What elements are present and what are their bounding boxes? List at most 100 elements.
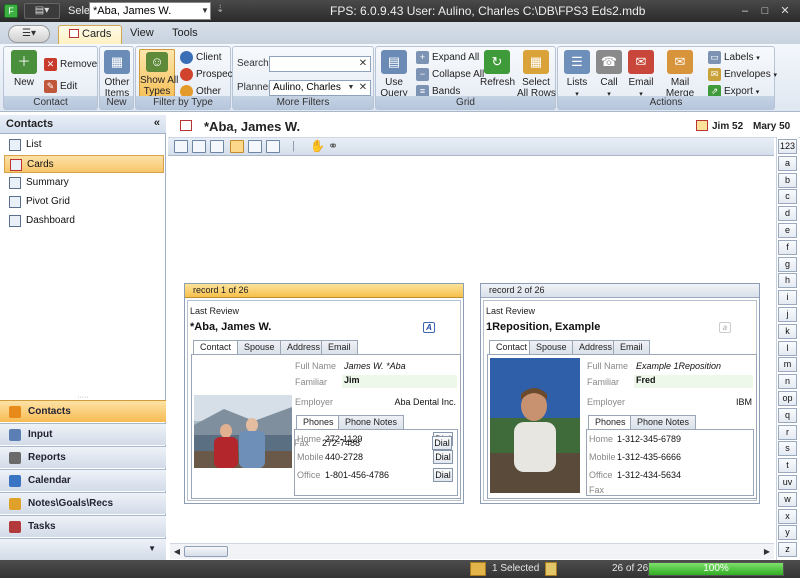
chevron-down-icon[interactable]: ▼ xyxy=(199,2,211,20)
alpha-index-m[interactable]: m xyxy=(778,357,797,373)
alpha-index-c[interactable]: c xyxy=(778,189,797,205)
show-all-types-button[interactable]: ☺ Show All Types xyxy=(139,49,178,97)
alpha-index-z[interactable]: z xyxy=(778,542,797,558)
clear-planner-icon[interactable]: ✕ xyxy=(357,81,369,95)
envelopes-button[interactable]: ✉ Envelopes ▾ xyxy=(708,67,777,83)
qat-overflow-icon[interactable]: ⇣ xyxy=(216,4,224,15)
alpha-index-b[interactable]: b xyxy=(778,172,797,188)
record-select-dropdown[interactable]: *Aba, James W. xyxy=(89,2,211,20)
alpha-index-y[interactable]: y xyxy=(778,525,797,541)
tab-phone-notes[interactable]: Phone Notes xyxy=(338,415,405,429)
tab-phones[interactable]: Phones xyxy=(296,415,341,430)
tab-email[interactable]: Email xyxy=(613,340,650,354)
scroll-thumb[interactable] xyxy=(184,546,228,557)
alpha-index-x[interactable]: x xyxy=(778,508,797,524)
tab-phones[interactable]: Phones xyxy=(588,415,633,430)
scroll-left-icon[interactable]: ◀ xyxy=(172,546,182,557)
refresh-button[interactable]: ↻ Refresh xyxy=(480,50,515,88)
flag-a-icon[interactable]: a xyxy=(719,322,731,333)
nav-overflow[interactable]: ▼ xyxy=(0,538,166,560)
sidebar-item-list[interactable]: List xyxy=(4,136,164,154)
dial-button[interactable]: Dial xyxy=(433,468,453,482)
view-stacked-icon[interactable] xyxy=(210,140,224,153)
filter-client-button[interactable]: Client xyxy=(180,50,222,66)
alpha-index-h[interactable]: h xyxy=(778,273,797,289)
minimize-button[interactable]: – xyxy=(736,3,754,19)
tab-view[interactable]: View xyxy=(120,25,164,44)
nav-contacts[interactable]: Contacts xyxy=(0,400,166,422)
new-contact-button[interactable]: ＋ New xyxy=(8,50,40,88)
tab-phone-notes[interactable]: Phone Notes xyxy=(630,415,697,429)
tab-spouse[interactable]: Spouse xyxy=(529,340,574,354)
remove-button[interactable]: ✕ Remove xyxy=(44,57,97,73)
select-all-rows-button[interactable]: ▦ Select All Rows xyxy=(517,50,556,99)
alpha-index-t[interactable]: t xyxy=(778,458,797,474)
contact-card[interactable]: record 2 of 26 Last Review 1Reposition, … xyxy=(480,283,760,504)
alpha-index-a[interactable]: a xyxy=(778,155,797,171)
expand-all-button[interactable]: + Expand All xyxy=(416,50,479,66)
clear-search-icon[interactable]: ✕ xyxy=(357,57,369,71)
nav-calendar[interactable]: Calendar xyxy=(0,469,166,491)
chevron-down-icon[interactable]: ▼ xyxy=(345,81,357,95)
alpha-index-i[interactable]: i xyxy=(778,290,797,306)
collapse-sidebar-icon[interactable]: « xyxy=(154,117,160,129)
tab-contact[interactable]: Contact xyxy=(489,340,535,355)
hand-tool-icon[interactable]: ✋ xyxy=(310,139,325,153)
tab-tools[interactable]: Tools xyxy=(162,25,208,44)
other-items-button[interactable]: ▦ Other Items xyxy=(102,50,132,99)
use-query-button[interactable]: ▤ Use Query xyxy=(378,50,410,99)
link-icon[interactable]: ⚭ xyxy=(328,139,338,153)
quick-access-button[interactable]: ▤▾ xyxy=(24,3,60,19)
maximize-button[interactable]: □ xyxy=(756,3,774,19)
view-custom-icon[interactable] xyxy=(266,140,280,153)
alpha-index-123[interactable]: 123 xyxy=(778,139,797,154)
tab-email[interactable]: Email xyxy=(321,340,358,354)
nav-tasks[interactable]: Tasks xyxy=(0,515,166,537)
dial-button[interactable]: Dial xyxy=(432,436,452,450)
sidebar-item-cards[interactable]: Cards xyxy=(4,155,164,173)
lists-button[interactable]: ☰ Lists ▾ xyxy=(562,50,592,100)
alpha-index-uv[interactable]: uv xyxy=(778,475,797,490)
tab-contact[interactable]: Contact xyxy=(193,340,239,355)
view-cards-icon[interactable] xyxy=(230,140,244,153)
alpha-index-w[interactable]: w xyxy=(778,491,797,507)
view-grid-icon[interactable] xyxy=(248,140,262,153)
collapse-all-button[interactable]: − Collapse All xyxy=(416,67,484,83)
tab-cards[interactable]: Cards xyxy=(58,25,123,44)
sidebar-item-pivot-grid[interactable]: Pivot Grid xyxy=(4,193,164,211)
nav-input[interactable]: Input xyxy=(0,423,166,445)
edit-button[interactable]: ✎ Edit xyxy=(44,79,77,95)
flag-a-icon[interactable]: A xyxy=(423,322,435,333)
call-button[interactable]: ☎ Call ▾ xyxy=(594,50,624,100)
alpha-index-e[interactable]: e xyxy=(778,223,797,238)
email-button[interactable]: ✉ Email ▾ xyxy=(626,50,656,100)
dial-button[interactable]: Dial xyxy=(433,450,453,464)
sidebar-item-summary[interactable]: Summary xyxy=(4,174,164,192)
nav-notes-goals-recs[interactable]: Notes\Goals\Recs xyxy=(0,492,166,514)
alpha-index-s[interactable]: s xyxy=(778,441,797,457)
alpha-index-f[interactable]: f xyxy=(778,239,797,255)
filter-prospect-button[interactable]: Prospect xyxy=(180,67,235,83)
view-single-icon[interactable] xyxy=(174,140,188,153)
horizontal-scrollbar[interactable]: ◀ ▶ xyxy=(170,543,774,559)
contact-card[interactable]: record 1 of 26 Last Review *Aba, James W… xyxy=(184,283,464,504)
sidebar-item-dashboard[interactable]: Dashboard xyxy=(4,212,164,230)
alpha-index-j[interactable]: j xyxy=(778,307,797,322)
alpha-index-r[interactable]: r xyxy=(778,424,797,440)
alpha-index-q[interactable]: q xyxy=(778,407,797,423)
tab-address[interactable]: Address xyxy=(280,340,328,354)
scroll-right-icon[interactable]: ▶ xyxy=(762,546,772,557)
nav-reports[interactable]: Reports xyxy=(0,446,166,468)
tab-spouse[interactable]: Spouse xyxy=(237,340,282,354)
alpha-index-l[interactable]: l xyxy=(778,340,797,356)
tab-address[interactable]: Address xyxy=(572,340,620,354)
alpha-index-k[interactable]: k xyxy=(778,323,797,339)
app-menu-button[interactable]: ☰▾ xyxy=(8,25,50,43)
search-input[interactable] xyxy=(269,56,371,72)
close-button[interactable]: ✕ xyxy=(776,3,794,19)
alpha-index-n[interactable]: n xyxy=(778,374,797,390)
labels-button[interactable]: ▭ Labels ▾ xyxy=(708,50,760,66)
view-double-icon[interactable] xyxy=(192,140,206,153)
alpha-index-op[interactable]: op xyxy=(778,391,797,406)
alpha-index-d[interactable]: d xyxy=(778,206,797,222)
